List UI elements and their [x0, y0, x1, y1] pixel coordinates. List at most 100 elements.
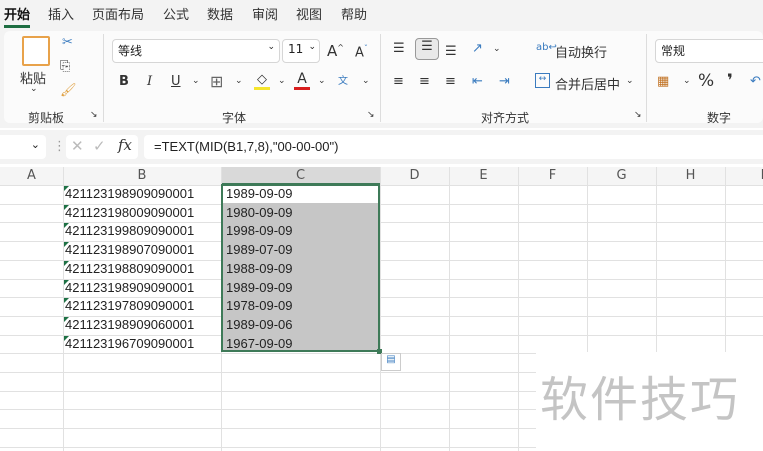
font-color-icon[interactable]: A: [294, 71, 310, 90]
increase-indent-icon[interactable]: ⇥: [499, 74, 510, 89]
chevron-down-icon[interactable]: ⌄: [30, 84, 38, 94]
chevron-down-icon[interactable]: ⌄: [493, 44, 501, 54]
alignment-group-label: 对齐方式: [481, 111, 530, 125]
paste-icon[interactable]: [22, 36, 50, 66]
align-left-icon[interactable]: ≡: [393, 74, 404, 89]
cell-b[interactable]: 421123198909060001: [65, 316, 194, 334]
dialog-launcher-icon[interactable]: ↘: [367, 110, 375, 120]
formula-input[interactable]: =TEXT(MID(B1,7,8),"00-00-00"): [144, 135, 763, 159]
column-header[interactable]: A: [0, 167, 63, 185]
chevron-down-icon[interactable]: ⌄: [278, 76, 286, 86]
comma-button[interactable]: ❜: [727, 71, 733, 91]
number-format-value: 常规: [661, 44, 686, 58]
chevron-down-icon[interactable]: ⌄: [192, 76, 200, 86]
wrap-text-button[interactable]: 自动换行: [555, 42, 607, 61]
more-icon: ⋮: [53, 139, 66, 154]
borders-icon[interactable]: ⊞: [210, 72, 223, 91]
cell-c[interactable]: 1978-09-09: [226, 297, 293, 315]
ribbon-tabs: 开始 插入 页面布局 公式 数据 审阅 视图 帮助: [0, 0, 763, 28]
cell-b[interactable]: 421123198009090001: [65, 204, 194, 222]
enter-icon[interactable]: ✓: [93, 137, 106, 155]
number-group-label: 数字: [707, 111, 732, 125]
watermark: 软件技巧: [540, 372, 741, 428]
align-center-icon[interactable]: ≡: [419, 74, 430, 89]
format-painter-icon[interactable]: 🖌: [60, 83, 77, 98]
bold-button[interactable]: B: [119, 74, 129, 89]
chevron-down-icon[interactable]: ⌄: [626, 76, 634, 86]
accounting-format-icon[interactable]: ▦: [657, 74, 669, 89]
column-header[interactable]: H: [656, 167, 725, 185]
decimal-icon[interactable]: ↶: [750, 74, 761, 89]
cell-c[interactable]: 1989-09-09: [226, 279, 293, 297]
cell-c[interactable]: 1989-09-06: [226, 316, 293, 334]
formula-text: =TEXT(MID(B1,7,8),"00-00-00"): [154, 139, 339, 154]
decrease-indent-icon[interactable]: ⇤: [472, 74, 483, 89]
cell-b[interactable]: 421123198809090001: [65, 260, 194, 278]
cell-c[interactable]: 1980-09-09: [226, 204, 293, 222]
copy-icon[interactable]: ⎘: [60, 59, 70, 74]
cancel-icon[interactable]: ✕: [71, 137, 84, 155]
column-header[interactable]: I: [725, 167, 763, 185]
chevron-down-icon: ⌄: [30, 138, 40, 151]
number-format-select[interactable]: 常规: [655, 39, 763, 63]
chevron-down-icon: ⌄: [308, 42, 316, 52]
font-size-select[interactable]: 11 ⌄: [282, 39, 320, 63]
font-size-value: 11: [288, 42, 304, 56]
chevron-down-icon[interactable]: ⌄: [235, 76, 243, 86]
cell-b[interactable]: 421123198909090001: [65, 279, 194, 297]
increase-font-icon[interactable]: A^: [327, 42, 344, 60]
tab-page-layout[interactable]: 页面布局: [92, 4, 144, 23]
quick-analysis-icon[interactable]: ▤: [381, 353, 401, 371]
cell-c[interactable]: 1989-07-09: [226, 241, 293, 259]
merge-center-icon: ↔: [535, 73, 550, 88]
orientation-icon[interactable]: ↗: [472, 41, 483, 56]
phonetic-icon[interactable]: 文: [338, 72, 348, 87]
tab-view[interactable]: 视图: [296, 4, 322, 23]
clipboard-group-label: 剪贴板: [28, 111, 65, 125]
cut-icon[interactable]: ✂: [62, 35, 73, 50]
tab-help[interactable]: 帮助: [341, 4, 367, 23]
tab-formulas[interactable]: 公式: [163, 4, 189, 23]
cell-b[interactable]: 421123199809090001: [65, 222, 194, 240]
font-name-value: 等线: [118, 44, 143, 58]
column-header[interactable]: F: [518, 167, 587, 185]
align-top-icon[interactable]: ☰: [393, 41, 405, 56]
tab-insert[interactable]: 插入: [48, 4, 74, 23]
column-header[interactable]: D: [380, 167, 449, 185]
column-header[interactable]: C: [221, 167, 380, 185]
cell-b[interactable]: 421123197809090001: [65, 297, 194, 315]
cell-b[interactable]: 421123196709090001: [65, 335, 194, 353]
cell-c[interactable]: 1967-09-09: [226, 335, 293, 353]
chevron-down-icon: ⌄: [267, 42, 275, 52]
tab-home[interactable]: 开始: [4, 4, 31, 28]
decrease-font-icon[interactable]: Aˇ: [355, 44, 368, 60]
chevron-down-icon[interactable]: ⌄: [362, 76, 370, 86]
underline-button[interactable]: U: [171, 74, 181, 89]
tab-review[interactable]: 审阅: [252, 4, 278, 23]
cell-c[interactable]: 1989-09-09: [226, 185, 293, 203]
tab-data[interactable]: 数据: [207, 4, 233, 23]
align-middle-icon[interactable]: ☰: [415, 38, 439, 60]
column-header[interactable]: G: [587, 167, 656, 185]
dialog-launcher-icon[interactable]: ↘: [90, 110, 98, 120]
align-bottom-icon[interactable]: ☰: [445, 44, 457, 59]
align-right-icon[interactable]: ≡: [445, 74, 456, 89]
chevron-down-icon[interactable]: ⌄: [318, 76, 326, 86]
font-group-label: 字体: [222, 111, 247, 125]
merge-center-button[interactable]: 合并后居中: [555, 74, 620, 93]
percent-button[interactable]: %: [698, 71, 714, 91]
italic-button[interactable]: I: [147, 74, 152, 89]
insert-function-icon[interactable]: fx: [118, 136, 132, 154]
wrap-text-icon: ab↩: [536, 42, 557, 53]
column-header[interactable]: E: [449, 167, 518, 185]
cell-b[interactable]: 421123198909090001: [65, 185, 194, 203]
cell-b[interactable]: 421123198907090001: [65, 241, 194, 259]
name-box[interactable]: ⌄: [0, 135, 46, 159]
cell-c[interactable]: 1998-09-09: [226, 222, 293, 240]
dialog-launcher-icon[interactable]: ↘: [634, 110, 642, 120]
column-header[interactable]: B: [63, 167, 221, 185]
cell-c[interactable]: 1988-09-09: [226, 260, 293, 278]
font-name-select[interactable]: 等线 ⌄: [112, 39, 280, 63]
fill-color-icon[interactable]: ◇: [254, 72, 270, 90]
chevron-down-icon[interactable]: ⌄: [683, 76, 691, 86]
